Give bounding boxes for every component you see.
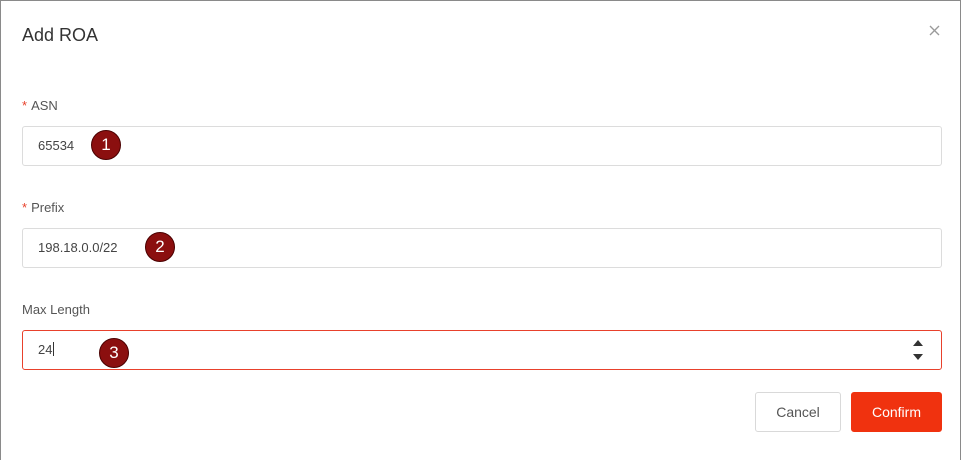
max-length-label: Max Length <box>22 302 90 317</box>
step-marker-2: 2 <box>145 232 175 262</box>
asn-label-text: ASN <box>31 98 58 113</box>
triangle-down-icon <box>913 354 923 360</box>
number-spinner[interactable] <box>911 336 925 364</box>
max-length-value-text: 24 <box>38 342 53 357</box>
prefix-label: * Prefix <box>22 200 64 216</box>
asn-input[interactable]: 65534 <box>22 126 942 166</box>
dialog-title: Add ROA <box>22 25 99 45</box>
prefix-value: 198.18.0.0/22 <box>38 240 118 255</box>
max-length-value: 24 <box>38 342 55 358</box>
asn-value: 65534 <box>38 138 75 153</box>
step-marker-3: 3 <box>99 338 129 368</box>
confirm-button[interactable]: Confirm <box>851 392 942 432</box>
cancel-button[interactable]: Cancel <box>755 392 841 432</box>
prefix-label-text: Prefix <box>31 200 65 215</box>
add-roa-dialog: Add ROA * ASN 65534 1 * Prefix 198.18.0.0/… <box>0 0 961 460</box>
close-icon[interactable] <box>924 20 944 40</box>
triangle-up-icon <box>913 340 923 346</box>
max-length-input[interactable]: 24 <box>22 330 942 370</box>
required-mark: * <box>22 98 28 113</box>
required-mark: * <box>22 200 28 215</box>
text-caret <box>53 342 55 356</box>
step-marker-1: 1 <box>91 130 121 160</box>
asn-label: * ASN <box>22 98 58 114</box>
